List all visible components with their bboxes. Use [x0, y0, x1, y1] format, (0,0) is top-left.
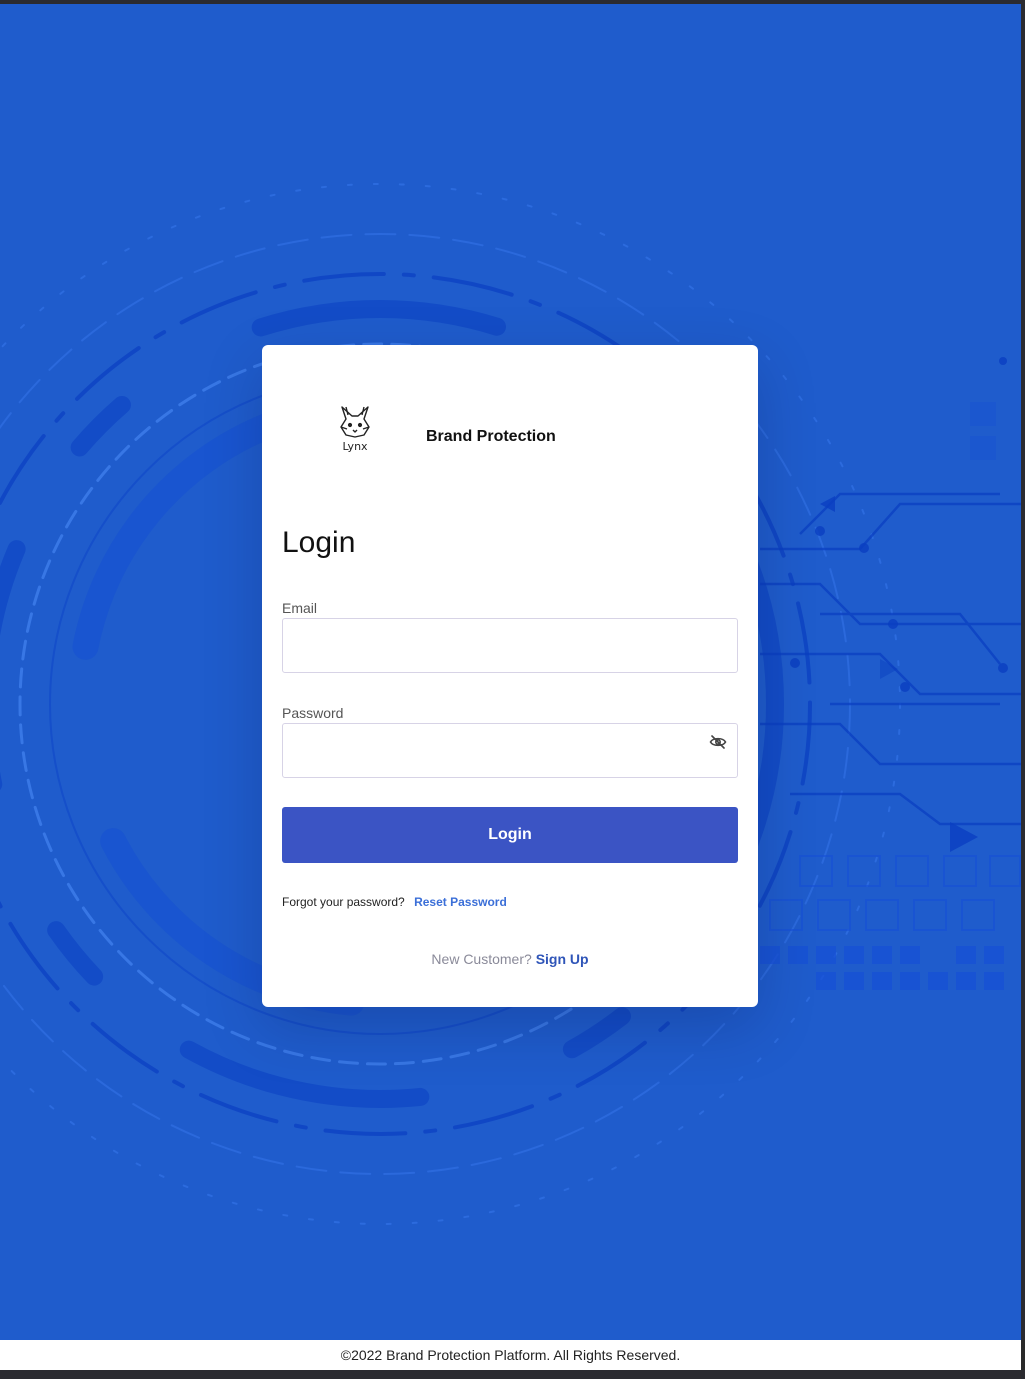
forgot-password-row: Forgot your password? Reset Password [282, 895, 507, 909]
email-field[interactable] [282, 618, 738, 673]
window-bottom-edge [0, 1370, 1025, 1379]
password-field[interactable] [282, 723, 738, 778]
signup-row: New Customer? Sign Up [262, 951, 758, 967]
brand-name: Brand Protection [426, 428, 556, 445]
reset-password-link[interactable]: Reset Password [414, 895, 507, 909]
password-label: Password [282, 705, 344, 721]
email-label: Email [282, 600, 318, 616]
footer-copyright: ©2022 Brand Protection Platform. All Rig… [0, 1340, 1021, 1370]
new-customer-text: New Customer? [431, 951, 536, 967]
page-title: Login [282, 526, 356, 559]
sign-up-link[interactable]: Sign Up [536, 951, 589, 967]
forgot-password-text: Forgot your password? [282, 895, 405, 909]
eye-off-icon[interactable] [709, 735, 727, 749]
login-card: Lynx Brand Protection Login Email Passwo… [262, 345, 758, 1007]
lynx-logo-icon [340, 406, 370, 438]
brand-logo: Lynx [336, 405, 374, 455]
logo-text: Lynx [342, 440, 368, 453]
window-right-edge [1021, 4, 1025, 1340]
login-button[interactable]: Login [282, 807, 738, 863]
